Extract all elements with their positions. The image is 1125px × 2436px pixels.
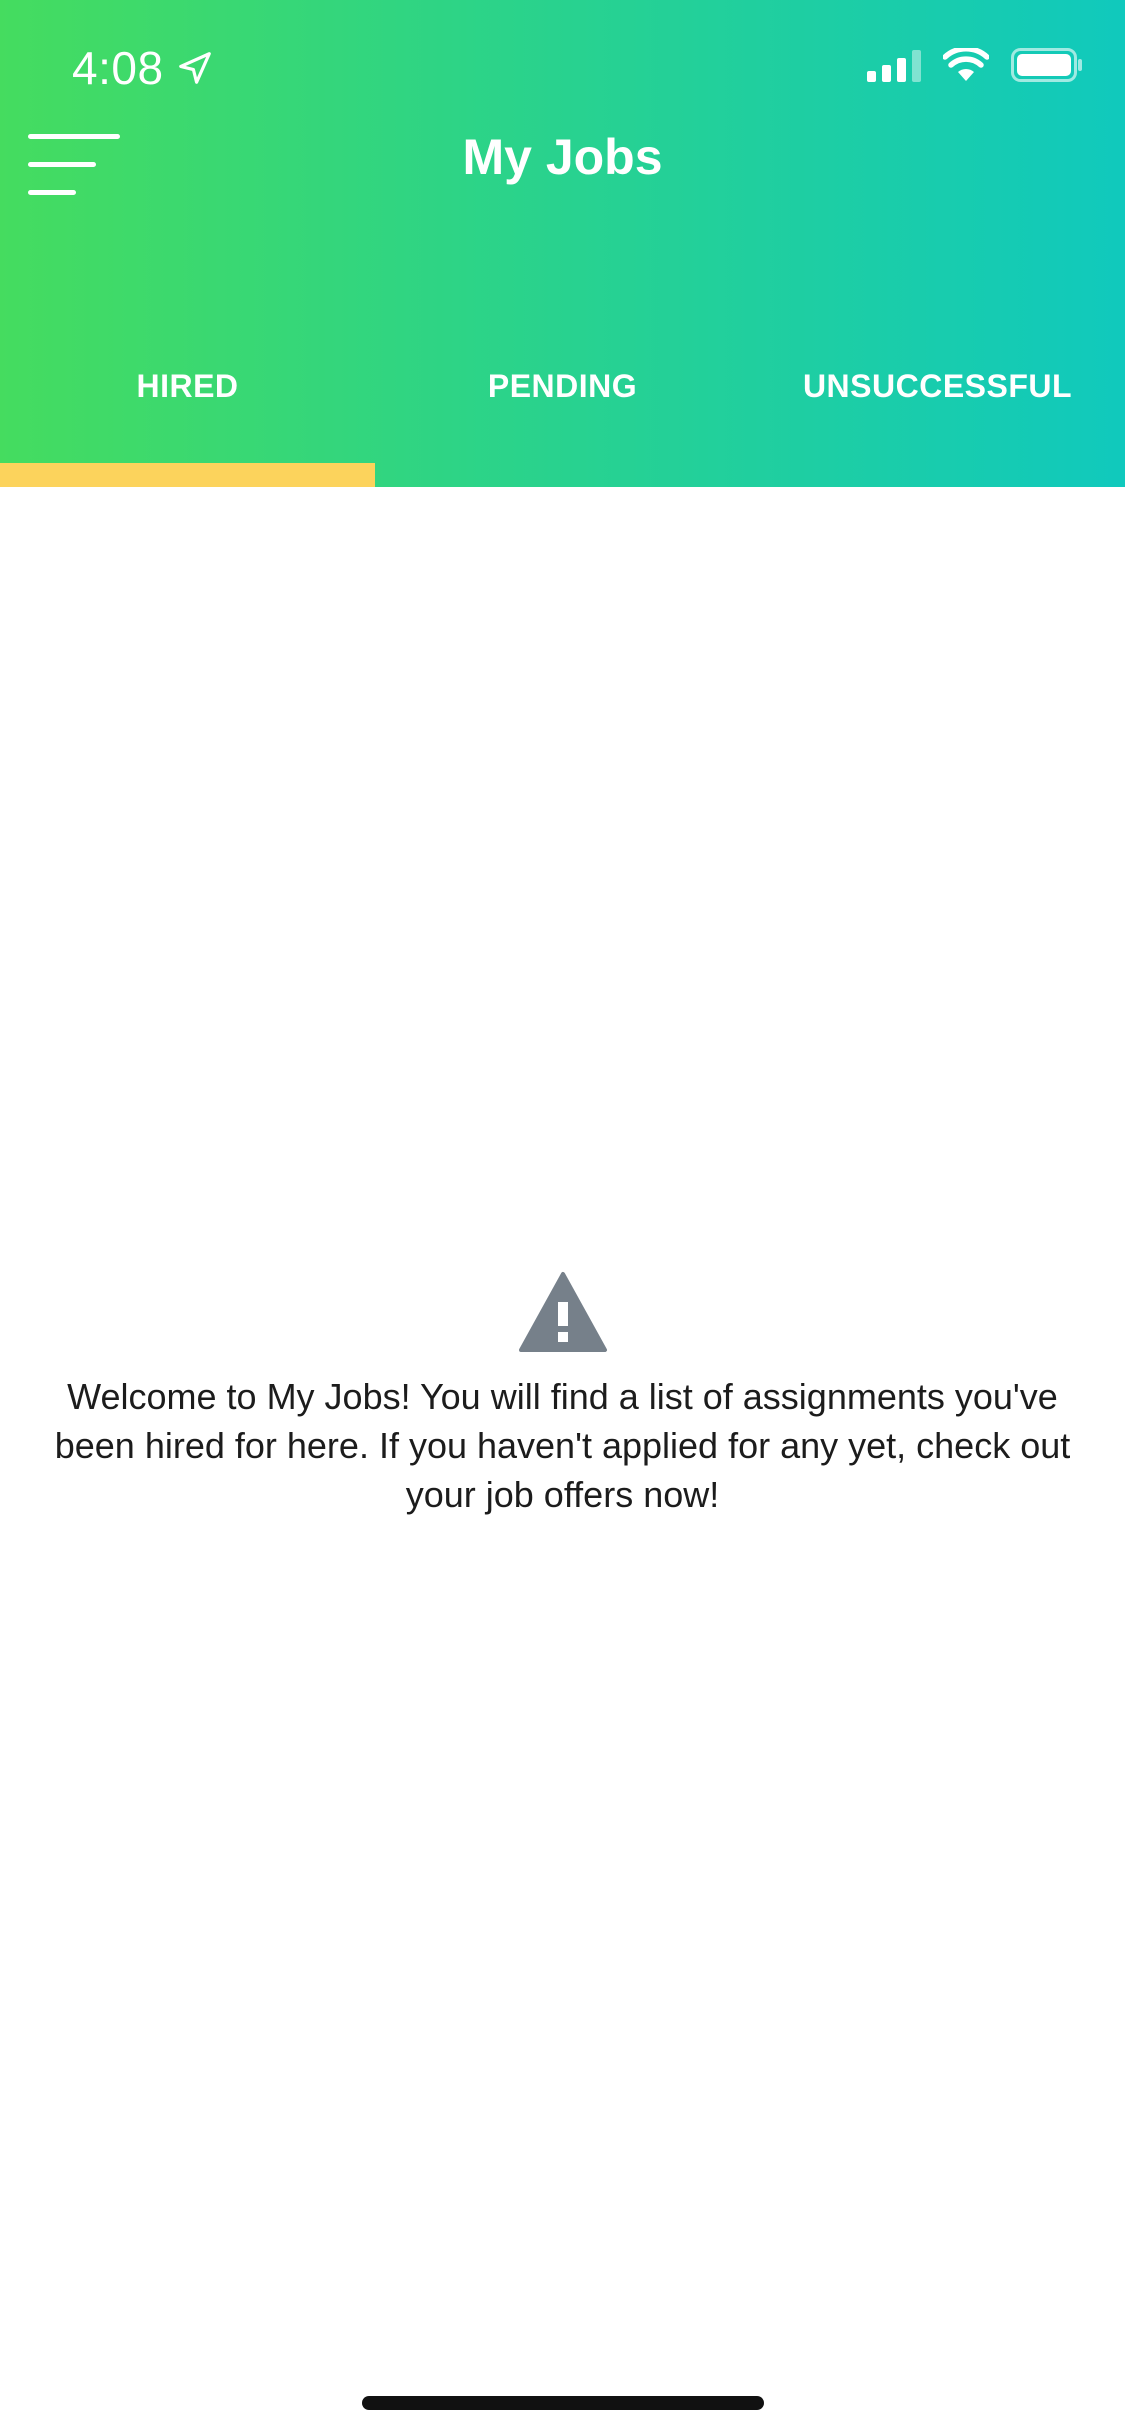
status-bar-right xyxy=(867,48,1083,82)
status-bar-time-group: 4:08 xyxy=(72,38,214,98)
warning-icon xyxy=(518,1272,607,1352)
status-time: 4:08 xyxy=(72,42,164,94)
tab-pending[interactable]: PENDING xyxy=(375,350,750,487)
tab-unsuccessful[interactable]: UNSUCCESSFUL xyxy=(750,350,1125,487)
page-title: My Jobs xyxy=(462,129,663,185)
battery-icon xyxy=(1011,48,1082,82)
tab-label: HIRED xyxy=(136,368,239,404)
location-arrow-icon xyxy=(178,52,211,84)
tab-label: PENDING xyxy=(487,368,638,404)
wifi-icon xyxy=(943,48,989,81)
my-jobs-screen: 4:08 My Jobs HIRED PENDING UNSUCCESSFUL … xyxy=(0,0,1125,2436)
signal-icon xyxy=(867,48,921,82)
header: 4:08 My Jobs HIRED PENDING UNSUCCESSFUL xyxy=(0,0,1125,487)
tab-label: UNSUCCESSFUL xyxy=(802,368,1073,404)
empty-state: Welcome to My Jobs! You will find a list… xyxy=(0,1270,1125,1519)
tab-hired[interactable]: HIRED xyxy=(0,350,375,487)
home-indicator[interactable] xyxy=(362,2396,764,2410)
empty-state-message: Welcome to My Jobs! You will find a list… xyxy=(54,1376,1071,1515)
tab-bar: HIRED PENDING UNSUCCESSFUL xyxy=(0,350,1125,487)
active-tab-indicator xyxy=(0,463,375,487)
